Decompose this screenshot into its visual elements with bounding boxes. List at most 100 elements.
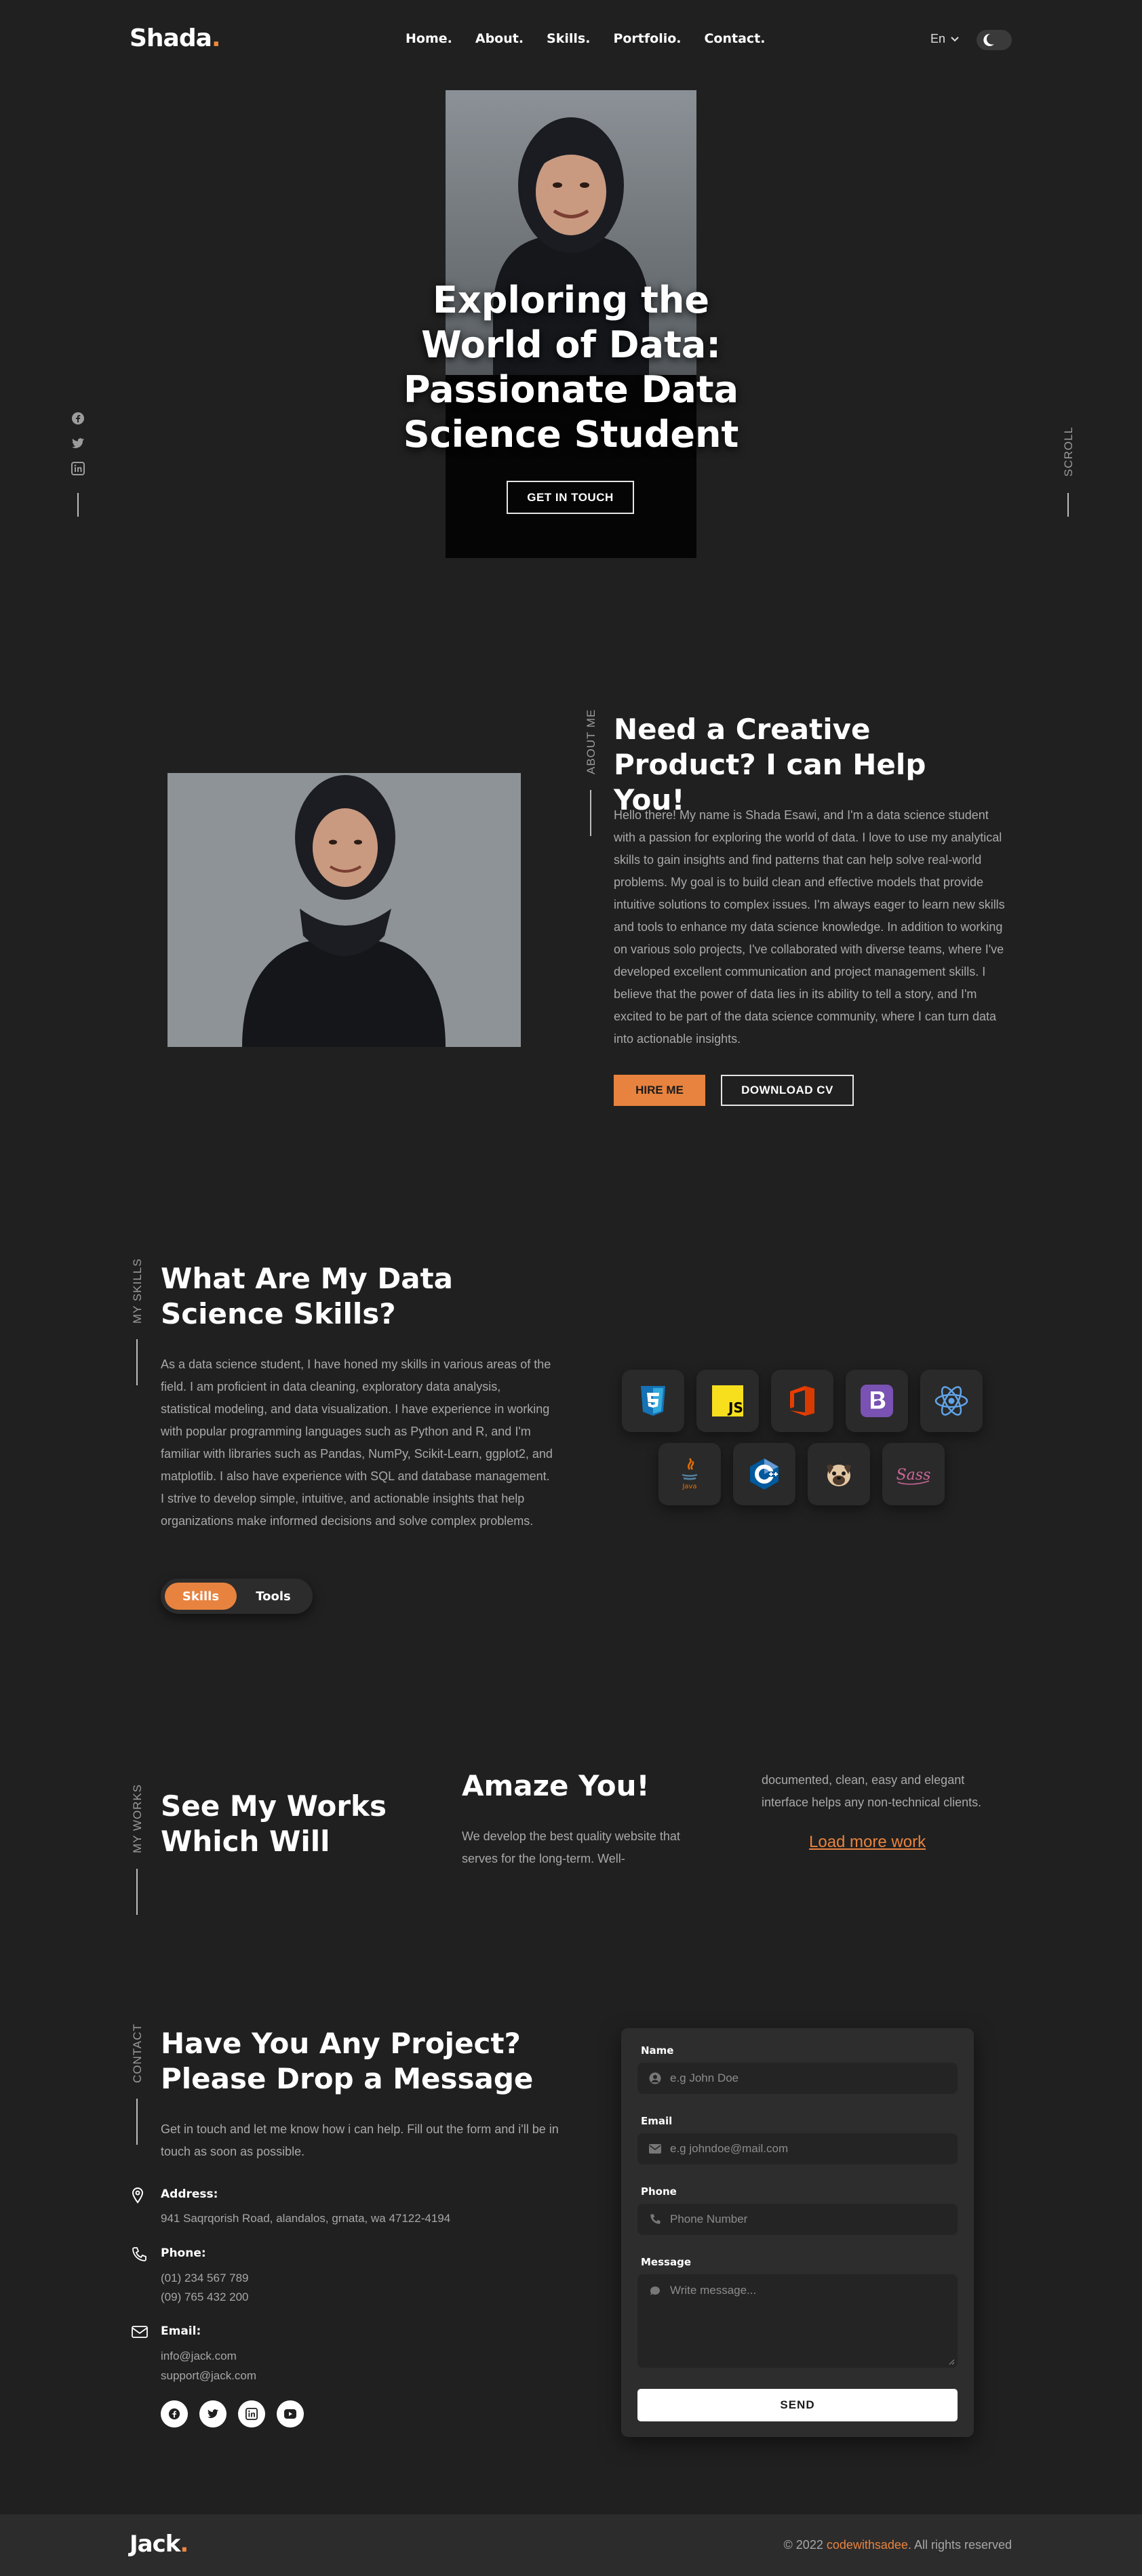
hero-title-line: Science Student bbox=[403, 413, 739, 456]
hire-me-button[interactable]: HIRE ME bbox=[614, 1075, 705, 1106]
facebook-icon[interactable] bbox=[71, 412, 85, 425]
facebook-icon bbox=[168, 2408, 180, 2420]
phone-field[interactable]: Phone Number bbox=[637, 2204, 958, 2235]
chat-icon bbox=[648, 2284, 662, 2297]
resize-handle-icon[interactable] bbox=[948, 2358, 955, 2365]
get-in-touch-button[interactable]: GET IN TOUCH bbox=[507, 481, 634, 514]
nav-home-link[interactable]: Home. bbox=[406, 31, 452, 46]
about-section-label: ABOUT ME bbox=[585, 709, 597, 774]
nav-skills-link[interactable]: Skills. bbox=[547, 31, 590, 46]
email-field[interactable]: e.g johndoe@mail.com bbox=[637, 2133, 958, 2164]
scroll-label[interactable]: SCROLL bbox=[1062, 427, 1076, 477]
javascript-icon: JS bbox=[712, 1385, 743, 1416]
office-icon bbox=[790, 1386, 814, 1416]
copyright-prefix: © 2022 bbox=[783, 2538, 827, 2552]
skills-icons-row-2: Java Sass bbox=[658, 1443, 945, 1505]
message-field[interactable]: Write message... bbox=[637, 2274, 958, 2368]
theme-toggle[interactable] bbox=[977, 30, 1012, 50]
user-icon bbox=[648, 2072, 662, 2085]
about-photo bbox=[168, 773, 521, 1047]
download-cv-button[interactable]: DOWNLOAD CV bbox=[721, 1075, 854, 1106]
name-field[interactable]: e.g John Doe bbox=[637, 2063, 958, 2094]
footer-logo[interactable]: Jack. bbox=[130, 2531, 189, 2558]
copyright-suffix: . All rights reserved bbox=[907, 2538, 1012, 2552]
mail-icon bbox=[132, 2326, 148, 2338]
about-body: Hello there! My name is Shada Esawi, and… bbox=[614, 808, 1005, 1046]
hero-social-rail bbox=[71, 412, 85, 475]
address-value: 941 Saqrqorish Road, alandalos, grnata, … bbox=[161, 2212, 451, 2225]
works-title-line: Which Will bbox=[161, 1825, 330, 1858]
youtube-icon bbox=[284, 2409, 296, 2419]
site-logo[interactable]: Shada. bbox=[130, 24, 221, 52]
scroll-line bbox=[1067, 493, 1069, 517]
footer: Jack. © 2022 codewithsadee. All rights r… bbox=[0, 2514, 1142, 2576]
css3-icon bbox=[641, 1386, 665, 1416]
about-portrait-illustration bbox=[168, 773, 521, 1047]
location-pin-icon bbox=[132, 2187, 144, 2204]
contact-twitter-button[interactable] bbox=[199, 2400, 227, 2428]
sass-text: Sass bbox=[897, 1467, 931, 1484]
contact-label-line bbox=[136, 2099, 138, 2145]
tab-tools[interactable]: Tools bbox=[239, 1583, 307, 1610]
email-label: Email: bbox=[161, 2324, 201, 2338]
phone-value-2: (09) 765 432 200 bbox=[161, 2291, 249, 2303]
contact-title-line: Please Drop a Message bbox=[161, 2062, 534, 2095]
language-value: En bbox=[930, 32, 946, 45]
email-placeholder: e.g johndoe@mail.com bbox=[670, 2142, 789, 2155]
moon-icon bbox=[983, 33, 994, 46]
skills-title-line: Science Skills? bbox=[161, 1297, 396, 1330]
nav-contact-link[interactable]: Contact. bbox=[704, 31, 765, 46]
contact-youtube-button[interactable] bbox=[277, 2400, 304, 2428]
works-label-line bbox=[136, 1869, 138, 1915]
contact-facebook-button[interactable] bbox=[161, 2400, 188, 2428]
contact-intro: Get in touch and let me know how i can h… bbox=[161, 2122, 559, 2158]
skill-card-cplusplus[interactable] bbox=[733, 1443, 795, 1505]
about-label-line bbox=[590, 790, 591, 836]
send-button[interactable]: SEND bbox=[637, 2389, 958, 2421]
skill-card-react[interactable] bbox=[920, 1370, 983, 1432]
email-field-label: Email bbox=[641, 2115, 673, 2127]
main-nav: Home. About. Skills. Portfolio. Contact. bbox=[406, 31, 788, 46]
java-icon: Java bbox=[682, 1458, 698, 1490]
works-title-line: See My Works bbox=[161, 1789, 387, 1823]
twitter-icon bbox=[208, 2409, 218, 2419]
phone-icon bbox=[132, 2247, 146, 2261]
cplusplus-icon bbox=[750, 1459, 779, 1490]
twitter-icon[interactable] bbox=[71, 437, 85, 450]
tab-skills[interactable]: Skills bbox=[165, 1583, 237, 1610]
java-text: Java bbox=[682, 1483, 696, 1490]
contact-section-label: CONTACT bbox=[131, 2023, 144, 2083]
contact-social-links bbox=[161, 2400, 304, 2428]
hero-title-line: Exploring the bbox=[433, 279, 709, 321]
email-value-1: info@jack.com bbox=[161, 2350, 237, 2362]
nav-about-link[interactable]: About. bbox=[475, 31, 524, 46]
skill-card-office[interactable] bbox=[771, 1370, 833, 1432]
about-title: Need a Creative Product? I can Help You! bbox=[614, 712, 993, 818]
react-icon bbox=[934, 1386, 968, 1416]
phone-placeholder: Phone Number bbox=[670, 2213, 748, 2225]
name-field-label: Name bbox=[641, 2044, 674, 2057]
pug-icon bbox=[827, 1464, 851, 1486]
skill-card-js[interactable]: JS bbox=[696, 1370, 759, 1432]
phone-field-label: Phone bbox=[641, 2185, 677, 2198]
contact-linkedin-button[interactable] bbox=[238, 2400, 265, 2428]
language-select[interactable]: En bbox=[930, 32, 959, 46]
hero-title-line: World of Data: bbox=[421, 323, 721, 366]
skill-card-pug[interactable] bbox=[808, 1443, 870, 1505]
copyright-link[interactable]: codewithsadee bbox=[827, 2538, 908, 2552]
skills-title-line: What Are My Data bbox=[161, 1262, 454, 1295]
phone-label: Phone: bbox=[161, 2246, 206, 2260]
skill-card-java[interactable]: Java bbox=[658, 1443, 721, 1505]
skill-card-bootstrap[interactable] bbox=[846, 1370, 908, 1432]
copyright: © 2022 codewithsadee. All rights reserve… bbox=[784, 2538, 1012, 2552]
linkedin-icon[interactable] bbox=[71, 462, 85, 475]
footer-logo-text: Jack bbox=[130, 2531, 180, 2558]
skill-card-css[interactable] bbox=[622, 1370, 684, 1432]
nav-portfolio-link[interactable]: Portfolio. bbox=[613, 31, 681, 46]
skills-title: What Are My Data Science Skills? bbox=[161, 1261, 513, 1332]
works-description-right: documented, clean, easy and elegant inte… bbox=[762, 1773, 982, 1809]
load-more-work-link[interactable]: Load more work bbox=[809, 1833, 926, 1852]
hero-rail-line bbox=[77, 493, 79, 517]
linkedin-icon bbox=[245, 2408, 258, 2420]
skill-card-sass[interactable]: Sass bbox=[882, 1443, 945, 1505]
